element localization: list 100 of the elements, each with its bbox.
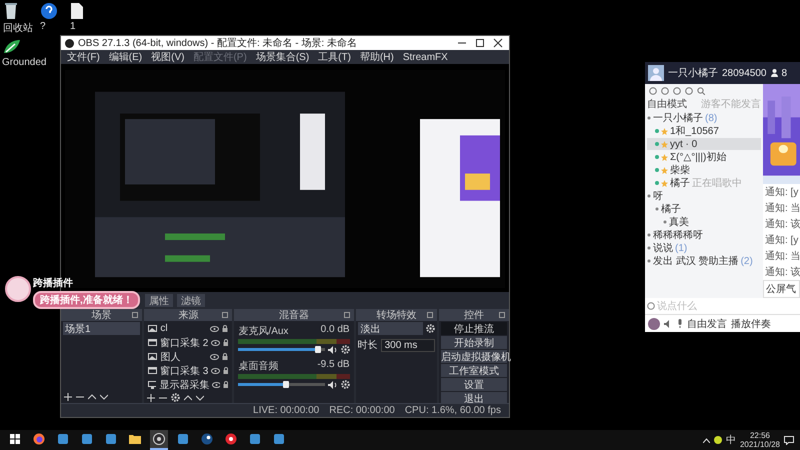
avatar	[648, 65, 664, 81]
settings-icon[interactable]	[340, 380, 350, 389]
menu-item[interactable]: 文件(F)	[67, 50, 100, 64]
transition-select[interactable]: 淡出	[358, 322, 423, 335]
leaf-icon[interactable]	[2, 38, 22, 56]
notification-icon[interactable]	[784, 436, 794, 444]
menu-item[interactable]: 编辑(E)	[108, 50, 142, 64]
expand-icon[interactable]	[647, 246, 651, 250]
undock-icon[interactable]	[132, 312, 138, 318]
image-icon	[148, 325, 158, 332]
settings-icon[interactable]	[340, 345, 350, 354]
taskbar-button[interactable]	[150, 430, 168, 450]
expand-icon[interactable]	[663, 220, 667, 224]
lock-icon[interactable]	[222, 367, 228, 374]
move-up-icon[interactable]	[88, 394, 96, 400]
windows-icon[interactable]	[10, 434, 20, 444]
obs-icon[interactable]	[153, 433, 165, 445]
microphone-icon[interactable]	[677, 319, 683, 328]
scene-item[interactable]: 场景1	[63, 322, 140, 335]
file-icon[interactable]	[70, 2, 84, 20]
monitor-icon	[148, 380, 156, 388]
source-name[interactable]: cl	[160, 323, 208, 334]
fox-globe-icon[interactable]	[33, 433, 45, 445]
move-down-icon[interactable]	[100, 394, 108, 400]
lock-icon[interactable]	[222, 325, 228, 332]
notice-message: 通知: 该	[764, 218, 800, 232]
app-icon[interactable]	[273, 433, 285, 445]
source-name[interactable]: 显示器采集	[159, 378, 210, 392]
app-icon[interactable]	[249, 433, 261, 445]
member-row[interactable]: 1和_10567	[647, 125, 761, 137]
app-icon[interactable]	[105, 433, 117, 445]
member-row[interactable]: 柴柴	[647, 164, 761, 176]
folder-icon[interactable]	[129, 434, 141, 444]
lock-icon[interactable]	[222, 339, 228, 346]
app-icon[interactable]	[81, 433, 93, 445]
control-button[interactable]: 工作室模式	[441, 364, 507, 377]
channel-name: 稀稀稀稀呀	[653, 229, 703, 242]
eye-icon[interactable]	[211, 340, 220, 346]
volume-slider[interactable]	[238, 348, 325, 351]
expand-icon[interactable]	[655, 207, 659, 211]
menu-item[interactable]: 视图(V)	[151, 50, 184, 64]
settings-icon[interactable]	[426, 324, 435, 333]
expand-icon[interactable]	[647, 194, 651, 198]
status-dot-icon[interactable]	[714, 436, 722, 444]
source-name[interactable]: 窗口采集 2	[160, 336, 208, 350]
window-title: OBS 27.1.3 (64-bit, windows) - 配置文件: 未命名 - 场景: 未命名	[78, 36, 358, 50]
add-icon[interactable]	[147, 394, 156, 402]
channel-reading: 0.0 dB	[320, 324, 350, 337]
chat-toolbar-button[interactable]: 自由发言	[687, 316, 727, 330]
app-icon[interactable]	[57, 433, 69, 445]
chat-toolbar-button[interactable]: 播放伴奏	[731, 316, 771, 330]
move-up-icon[interactable]	[184, 394, 192, 400]
member-row[interactable]: yyt · 0	[647, 138, 761, 150]
eye-icon[interactable]	[212, 382, 220, 388]
speaker-icon[interactable]	[328, 380, 338, 388]
help-icon[interactable]	[40, 2, 58, 20]
menu-item[interactable]: 帮助(H)	[360, 50, 394, 64]
source-name[interactable]: 窗口采集 3	[160, 364, 208, 378]
control-button[interactable]: 停止推流	[441, 322, 507, 335]
expand-icon[interactable]	[647, 116, 651, 120]
source-toolbar-button[interactable]: 属性	[145, 294, 173, 307]
eye-icon[interactable]	[210, 354, 220, 360]
volume-slider[interactable]	[238, 383, 325, 386]
eye-icon[interactable]	[210, 326, 220, 332]
menu-item[interactable]: 场景集合(S)	[256, 50, 310, 64]
recycle-bin-icon[interactable]	[3, 2, 19, 20]
search-icon[interactable]	[697, 87, 705, 95]
channel-name: 一只小橘子	[653, 112, 703, 125]
input-method[interactable]: 中	[726, 433, 736, 447]
lock-icon[interactable]	[223, 381, 228, 388]
control-button[interactable]: 开始录制	[441, 336, 507, 349]
undock-icon[interactable]	[344, 312, 350, 318]
eye-icon[interactable]	[211, 368, 220, 374]
music-app-icon[interactable]	[225, 433, 237, 445]
menu-item[interactable]: 工具(T)	[318, 50, 351, 64]
source-name[interactable]: 图人	[160, 350, 208, 364]
chevron-up-icon[interactable]	[702, 438, 710, 442]
emoji-icon[interactable]	[647, 302, 655, 310]
lock-icon[interactable]	[222, 353, 228, 360]
expand-icon[interactable]	[647, 233, 651, 237]
maximize-icon[interactable]	[473, 38, 487, 48]
add-icon[interactable]	[64, 393, 72, 401]
member-row[interactable]: Σ(°△°|||)初始	[647, 151, 761, 163]
clock[interactable]: 22:56 2021/10/28	[740, 431, 780, 449]
settings-icon[interactable]	[171, 393, 180, 402]
undock-icon[interactable]	[427, 312, 433, 318]
app-icon[interactable]	[177, 433, 189, 445]
member-row[interactable]: 橘子 正在唱歌中	[647, 177, 761, 189]
undock-icon[interactable]	[222, 312, 228, 318]
speaker-icon[interactable]	[328, 346, 338, 354]
control-button[interactable]: 设置	[441, 378, 507, 391]
close-icon[interactable]	[491, 38, 505, 48]
move-down-icon[interactable]	[196, 394, 204, 400]
source-toolbar-button[interactable]: 滤镜	[177, 294, 205, 307]
steam-icon[interactable]	[201, 433, 213, 445]
member-count: (2)	[740, 256, 753, 266]
undock-icon[interactable]	[499, 312, 505, 318]
expand-icon[interactable]	[647, 259, 651, 263]
menu-item[interactable]: StreamFX	[402, 52, 448, 62]
duration-field[interactable]: 300 ms	[380, 338, 435, 352]
